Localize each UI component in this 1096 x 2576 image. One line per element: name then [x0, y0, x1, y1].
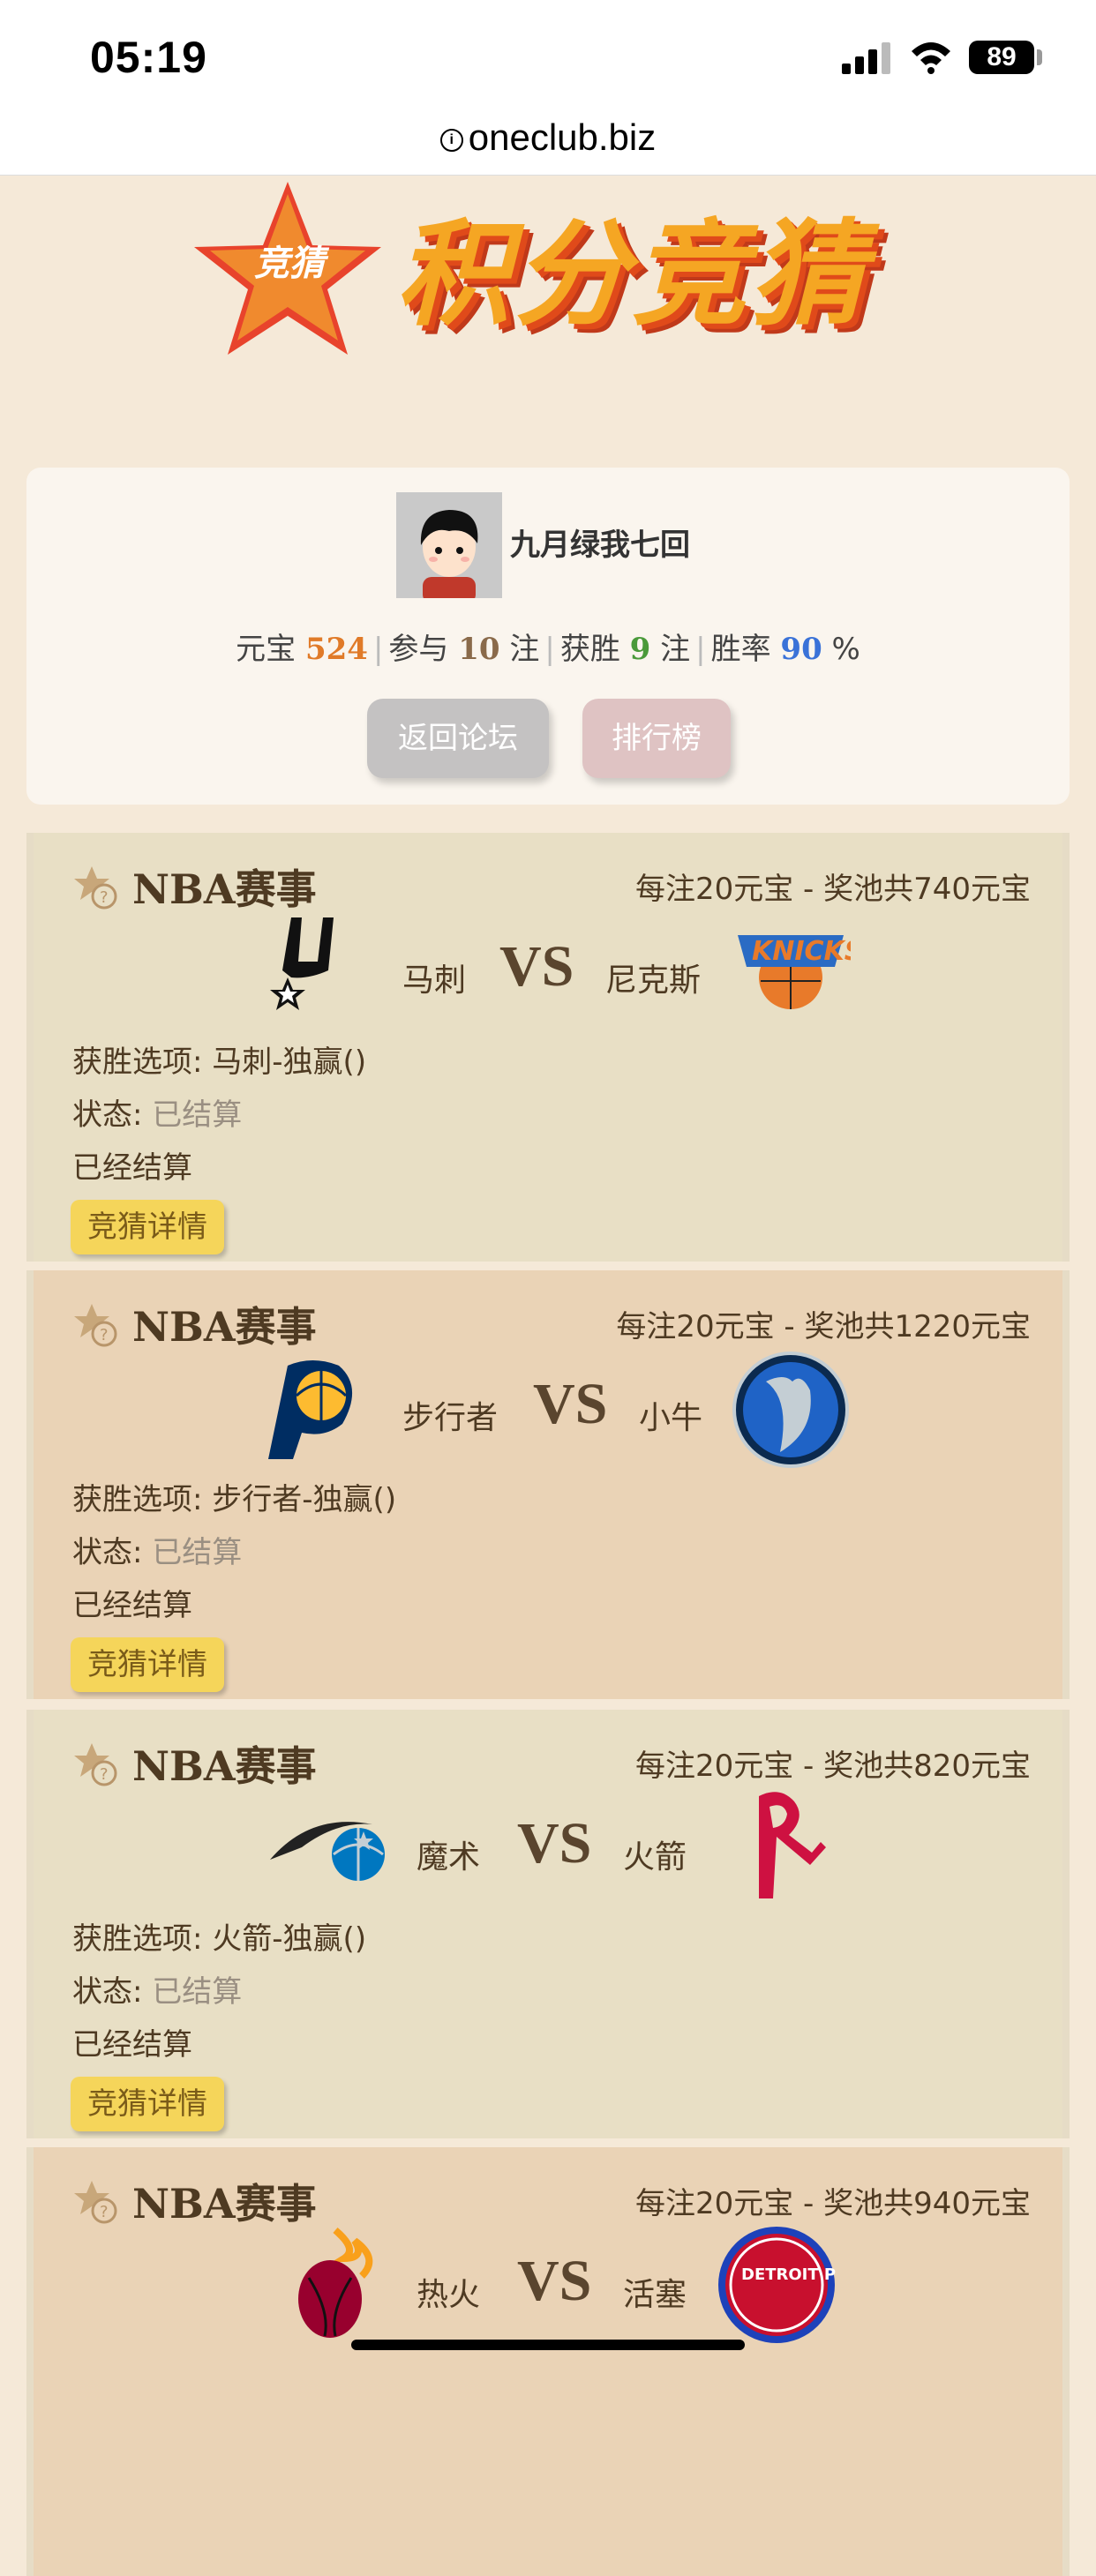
- magic-logo: [270, 1822, 385, 1881]
- banner-title: 积分竞猜: [395, 207, 869, 341]
- home-team: 热火: [417, 2277, 481, 2313]
- cellular-signal-icon: [842, 42, 891, 74]
- user-stats: 元宝 524 | 参与 10 注 | 获胜 9 注 | 胜率 90 %: [236, 632, 860, 667]
- home-team: 魔术: [417, 1839, 481, 1876]
- vs-label: VS: [499, 934, 574, 999]
- winner-value: 步行者-独赢(): [212, 1482, 397, 1517]
- settled-note: 已经结算: [72, 1588, 192, 1623]
- joined-unit: 注: [509, 632, 540, 667]
- heat-logo: [298, 2227, 373, 2338]
- pistons-logo: DETROIT PISTONS: [718, 2227, 837, 2343]
- match-card: ? NBA赛事 每注20元宝 - 奖池共940元宝 热火 VS 活塞 DETRO…: [26, 2147, 1070, 2576]
- address-bar[interactable]: i oneclub.biz: [0, 118, 1096, 176]
- winner-option: 获胜选项: 马刺-独赢(): [72, 1045, 367, 1080]
- home-team: 马刺: [402, 962, 467, 999]
- league-title: NBA赛事: [132, 865, 317, 913]
- prize-pool: 每注20元宝 - 奖池共740元宝: [634, 872, 1031, 907]
- svg-text:KNICKS: KNICKS: [752, 936, 851, 967]
- winner-option: 获胜选项: 步行者-独赢(): [72, 1482, 397, 1517]
- away-team: 火箭: [623, 1839, 687, 1876]
- spurs-logo: [270, 917, 334, 1010]
- rockets-logo: [759, 1792, 826, 1898]
- star-icon: 竞猜: [194, 182, 381, 355]
- guess-star-icon: ?: [74, 1743, 117, 1786]
- star-label: 竞猜: [254, 243, 330, 284]
- leaderboard-button[interactable]: 排行榜: [582, 699, 731, 778]
- prize-pool: 每注20元宝 - 奖池共1220元宝: [616, 1309, 1031, 1344]
- joined-value: 10: [458, 632, 500, 667]
- match-card: ? NBA赛事 每注20元宝 - 奖池共740元宝 马刺 VS 尼克斯 KNIC…: [26, 833, 1070, 1262]
- away-team: 尼克斯: [605, 962, 702, 999]
- away-team: 小牛: [639, 1400, 703, 1436]
- status-value: 已结算: [152, 1097, 243, 1133]
- yuanbao-value: 524: [304, 632, 368, 667]
- home-indicator[interactable]: [351, 2340, 745, 2350]
- league-title: NBA赛事: [132, 1742, 317, 1790]
- battery-indicator: 89: [969, 41, 1034, 74]
- svg-text:?: ?: [100, 2203, 109, 2221]
- svg-text:?: ?: [100, 1765, 109, 1784]
- settled-note: 已经结算: [72, 1150, 192, 1186]
- joined-label: 参与: [388, 632, 449, 667]
- rate-value: 90: [780, 632, 822, 667]
- wins-label: 获胜: [559, 632, 620, 667]
- match-status: 状态: 已结算: [72, 1535, 243, 1570]
- settled-note: 已经结算: [72, 2027, 192, 2063]
- guess-star-icon: ?: [74, 866, 117, 910]
- guess-star-icon: ?: [74, 2181, 117, 2224]
- status-value: 已结算: [152, 1535, 243, 1570]
- mavericks-logo: [732, 1352, 849, 1468]
- yuanbao-label: 元宝: [236, 632, 297, 667]
- winner-value: 马刺-独赢(): [212, 1045, 367, 1080]
- match-status: 状态: 已结算: [72, 1974, 243, 2010]
- wins-value: 9: [629, 632, 651, 667]
- user-card: 九月绿我七回 元宝 524 | 参与 10 注 | 获胜 9 注 | 胜率 90 % 返回论…: [26, 468, 1070, 805]
- status-time: 05:19: [90, 33, 207, 82]
- svg-text:?: ?: [100, 888, 109, 907]
- match-status: 状态: 已结算: [72, 1097, 243, 1133]
- rate-label: 胜率: [710, 632, 771, 667]
- guess-detail-button[interactable]: 竞猜详情: [71, 2077, 224, 2131]
- avatar[interactable]: [396, 492, 502, 598]
- home-team: 步行者: [402, 1400, 499, 1436]
- match-card: ? NBA赛事 每注20元宝 - 奖池共1220元宝 步行者 VS 小牛 获胜选…: [26, 1270, 1070, 1699]
- prize-pool: 每注20元宝 - 奖池共820元宝: [634, 1749, 1031, 1784]
- svg-text:?: ?: [100, 1326, 109, 1344]
- away-team: 活塞: [623, 2277, 687, 2313]
- knicks-logo: KNICKS: [738, 935, 851, 1009]
- guess-banner: 竞猜 积分竞猜: [173, 173, 914, 367]
- pacers-logo: [268, 1360, 353, 1459]
- site-info-icon[interactable]: i: [439, 128, 463, 152]
- pistons-logo-text: DETROIT PISTONS: [741, 2265, 837, 2284]
- avatar-image: [396, 492, 502, 598]
- rate-unit: %: [831, 632, 860, 667]
- status-bar: 05:19 89: [0, 0, 1096, 118]
- vs-label: VS: [517, 1811, 592, 1876]
- vs-label: VS: [533, 1372, 608, 1436]
- winner-option: 获胜选项: 火箭-独赢(): [72, 1921, 367, 1957]
- winner-value: 火箭-独赢(): [212, 1921, 367, 1957]
- league-title: NBA赛事: [132, 2180, 317, 2228]
- url-text[interactable]: oneclub.biz: [469, 116, 656, 158]
- match-card: ? NBA赛事 每注20元宝 - 奖池共820元宝 魔术 VS 火箭 获胜选项:…: [26, 1710, 1070, 2138]
- battery-tip: [1037, 49, 1042, 65]
- guess-detail-button[interactable]: 竞猜详情: [71, 1637, 224, 1692]
- guess-star-icon: ?: [74, 1304, 117, 1347]
- prize-pool: 每注20元宝 - 奖池共940元宝: [634, 2186, 1031, 2221]
- status-value: 已结算: [152, 1974, 243, 2010]
- league-title: NBA赛事: [132, 1303, 317, 1351]
- wifi-icon: [912, 42, 950, 74]
- back-to-forum-button[interactable]: 返回论坛: [367, 699, 549, 778]
- vs-label: VS: [517, 2249, 592, 2313]
- username: 九月绿我七回: [510, 528, 690, 563]
- wins-unit: 注: [660, 632, 691, 667]
- guess-detail-button[interactable]: 竞猜详情: [71, 1200, 224, 1254]
